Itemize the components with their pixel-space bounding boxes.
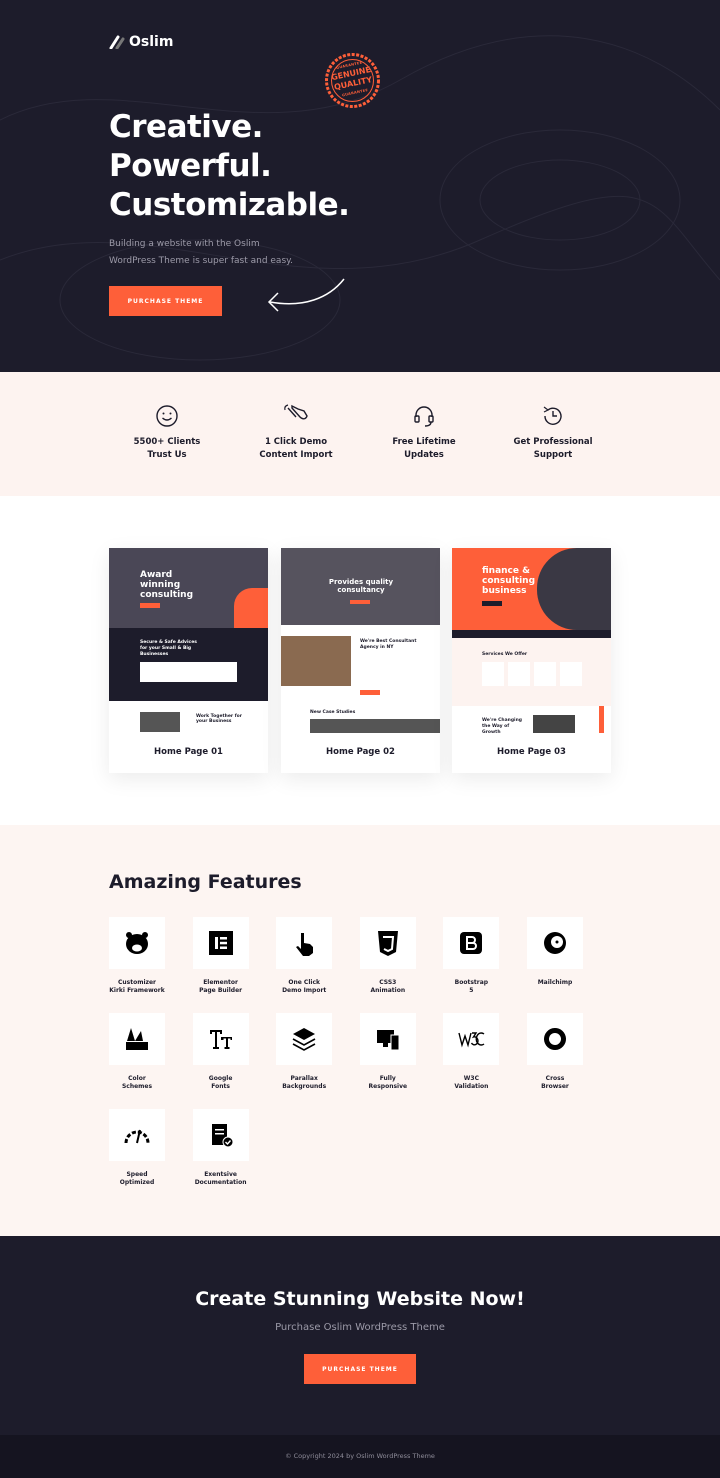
feature-label: Mailchimp [537,979,573,986]
feature-icon-box [527,917,583,969]
font-icon [209,1030,232,1049]
highlight-clients: 5500+ Clients Trust Us [102,404,232,462]
devices-icon [376,1030,400,1051]
demo-preview-03: finance & consulting business Services W… [452,548,611,733]
footer: © Copyright 2024 by Oslim WordPress Them… [0,1435,720,1478]
w3c-icon [458,1032,485,1048]
feature-label: One Click Demo Import [282,979,327,994]
hero-subtitle: Building a website with the Oslim WordPr… [109,239,294,266]
cta-subtitle: Purchase Oslim WordPress Theme [275,1322,445,1333]
genuine-quality-badge: GUARANTEE GENUINE QUALITY GUARANTEE [324,52,381,109]
cta-section: Create Stunning Website Now! Purchase Os… [0,1236,720,1435]
arrow-icon [267,278,345,312]
feature-item: One Click Demo Import [276,917,339,995]
feature-icon-box [527,1013,583,1065]
feature-icon-box [359,1013,416,1065]
feature-label: Exentsive Documentation [194,1171,247,1186]
feature-item: CSS3 Animation [359,917,423,995]
feature-icon-box [192,1013,249,1065]
css3-icon [377,931,398,956]
feature-label: Bootstrap 5 [454,979,489,994]
feature-label: Parallax Backgrounds [282,1075,327,1090]
logo[interactable]: Oslim [109,34,173,50]
feature-label: Customizer Kirki Framework [109,979,165,994]
feature-icon-box [276,917,333,969]
speedometer-icon [124,1129,150,1144]
feature-label: Fully Responsive [368,1075,408,1090]
logo-text: Oslim [129,34,174,50]
feature-icon-box [109,1109,165,1161]
elementor-icon [208,931,233,955]
feature-icon-box [443,1013,500,1065]
purchase-theme-button[interactable]: PURCHASE THEME [109,286,222,316]
feature-item: Exentsive Documentation [192,1109,256,1187]
feature-label: Cross Browser [541,1075,569,1090]
feature-icon-box [109,917,165,969]
highlight-demo-import: 1 Click Demo Content Import [231,404,361,462]
documentation-icon [211,1124,234,1148]
feature-icon-box [359,917,416,969]
highlight-updates: Free Lifetime Updates [359,404,489,462]
demo-card-home-03[interactable]: finance & consulting business Services W… [452,548,611,773]
feature-icon-box [192,1109,249,1161]
feature-label: Google Fonts [208,1075,233,1090]
demo-preview-02: Provides quality consultancy We're Best … [281,548,440,733]
hero-section: Oslim GUARANTEE GENUINE QUALITY GUARANTEE… [0,0,720,372]
feature-item: Customizer Kirki Framework [109,917,172,995]
feature-icon-box [109,1013,165,1065]
feature-label: CSS3 Animation [370,979,406,994]
feature-label: Elementor Page Builder [199,979,243,994]
layers-icon [292,1028,316,1051]
clock-support-icon [543,406,562,425]
feature-item: Speed Optimized [109,1109,172,1187]
feature-item: Elementor Page Builder [192,917,256,995]
palette-icon [126,1028,148,1050]
hand-click-icon [296,933,314,956]
cross-browser-icon [544,1028,566,1050]
copyright-text: © Copyright 2024 by Oslim WordPress Them… [285,1452,435,1460]
highlight-support: Get Professional Support [488,404,618,462]
feature-item: Color Schemes [109,1013,172,1091]
hand-pointer-icon [284,404,308,420]
bootstrap-icon [460,932,483,954]
mailchimp-icon [544,932,566,954]
feature-item: Mailchimp [527,917,590,987]
cta-title: Create Stunning Website Now! [195,1288,525,1310]
demo-preview-01: Award winning consulting Secure & Safe A… [109,548,268,733]
feature-item: W3C Validation [443,1013,506,1091]
feature-label: Speed Optimized [119,1171,155,1186]
pig-icon [126,932,148,954]
features-section: Amazing Features Customizer Kirki Framewo… [0,825,720,1236]
demo-label: Home Page 02 [326,747,395,757]
features-title: Amazing Features [109,871,302,893]
highlights-strip: 5500+ Clients Trust Us 1 Click Demo Conten… [0,372,720,496]
feature-item: Parallax Backgrounds [276,1013,339,1091]
feature-icon-box [192,917,249,969]
feature-icon-box [276,1013,333,1065]
demo-card-home-02[interactable]: Provides quality consultancy We're Best … [281,548,440,773]
feature-item: Fully Responsive [359,1013,423,1091]
headset-icon [414,406,434,427]
feature-item: Bootstrap 5 [443,917,506,995]
feature-label: W3C Validation [454,1075,489,1090]
feature-item: Google Fonts [192,1013,256,1091]
demo-label: Home Page 03 [497,747,566,757]
demo-label: Home Page 01 [154,747,223,757]
feature-item: Cross Browser [527,1013,590,1091]
feature-label: Color Schemes [121,1075,153,1090]
cta-purchase-button[interactable]: PURCHASE THEME [304,1354,416,1384]
hero-title: Creative. Powerful. Customizable. [109,109,350,223]
demo-card-home-01[interactable]: Award winning consulting Secure & Safe A… [109,548,268,773]
feature-icon-box [443,917,500,969]
smile-icon [156,405,178,427]
logo-slash-icon [109,35,125,49]
